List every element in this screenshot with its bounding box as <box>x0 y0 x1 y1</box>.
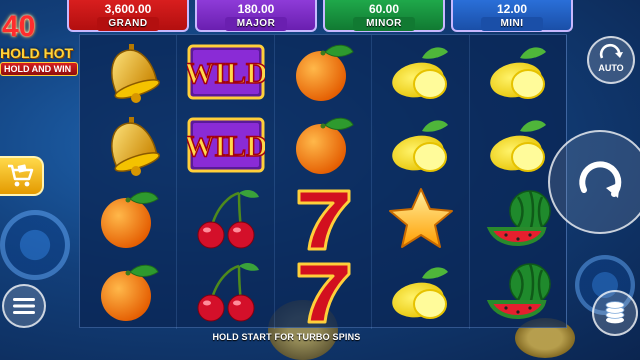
lemon-icon <box>392 120 449 172</box>
reel-symbol-lemon <box>373 256 470 329</box>
reel-symbol-cherries <box>178 256 275 329</box>
svg-text:WILD: WILD <box>187 130 265 163</box>
reel-symbol-star <box>373 182 470 255</box>
reel-symbol-watermelon <box>470 256 567 329</box>
jackpot-minor-label: MINOR <box>353 17 415 31</box>
autoplay-button[interactable]: AUTO <box>587 36 635 84</box>
logo-subtitle: HOLD AND WIN <box>0 62 78 76</box>
reel-symbol-orange <box>275 109 372 182</box>
lemon-icon <box>392 46 449 99</box>
bell-icon <box>110 43 160 103</box>
lemon-icon <box>490 120 546 172</box>
cherries-icon <box>197 263 260 322</box>
jackpot-major: 180.00 MAJOR <box>195 0 317 32</box>
jackpot-mini-value: 12.00 <box>496 2 528 16</box>
buy-feature-button[interactable] <box>0 156 44 196</box>
reel-symbol-orange <box>80 256 177 329</box>
watermelon-icon <box>486 263 551 319</box>
seven-icon <box>297 262 351 324</box>
reel-4 <box>373 35 470 329</box>
reel-symbol-wild: WILD <box>178 109 275 182</box>
svg-text:WILD: WILD <box>187 57 265 90</box>
logo-number: 40 <box>2 10 36 43</box>
orange-icon <box>295 117 354 174</box>
cart-icon <box>8 164 34 187</box>
reel-3 <box>275 35 373 329</box>
jackpot-mini-label: MINI <box>481 17 543 31</box>
bet-settings-button[interactable] <box>592 290 638 336</box>
jackpot-grand-value: 3,600.00 <box>104 2 152 16</box>
jackpot-minor-value: 60.00 <box>368 2 400 16</box>
jackpot-major-value: 180.00 <box>237 2 275 16</box>
autoplay-label: AUTO <box>598 63 624 73</box>
jackpot-bar: 3,600.00 GRAND 180.00 MAJOR 60.00 MINOR … <box>67 0 573 34</box>
spin-icon <box>579 161 622 198</box>
lemon-icon <box>490 46 546 99</box>
reel-symbol-lemon <box>470 35 567 108</box>
jackpot-grand: 3,600.00 GRAND <box>67 0 189 32</box>
orange-icon <box>100 264 159 321</box>
reel-symbol-cherries <box>178 182 275 255</box>
menu-button[interactable] <box>2 284 46 328</box>
logo-title: HOLD HOT <box>0 45 74 61</box>
jackpot-minor: 60.00 MINOR <box>323 0 445 32</box>
reel-symbol-lemon <box>373 35 470 108</box>
coins-icon <box>605 301 625 324</box>
cherries-icon <box>197 189 260 248</box>
wild-icon: WILD <box>187 44 265 99</box>
orange-icon <box>100 191 159 248</box>
reel-2: WILD WILD <box>178 35 275 329</box>
seven-icon <box>297 189 351 250</box>
reel-symbol-orange <box>275 35 372 108</box>
reel-symbol-lemon <box>373 109 470 182</box>
jackpot-mini: 12.00 MINI <box>451 0 573 32</box>
autoplay-icon <box>599 43 623 59</box>
bell-icon <box>110 117 160 176</box>
jackpot-major-label: MAJOR <box>225 17 287 31</box>
reel-symbol-seven <box>275 256 372 329</box>
wild-icon: WILD <box>187 117 265 173</box>
jackpot-grand-label: GRAND <box>97 17 159 31</box>
reel-grid: WILD WILD <box>79 34 568 329</box>
reel-symbol-wild: WILD <box>178 35 275 108</box>
reel-1 <box>80 35 177 329</box>
background-chip <box>0 210 70 280</box>
watermelon-icon <box>486 189 551 246</box>
reel-symbol-orange <box>80 182 177 255</box>
menu-icon <box>13 298 35 314</box>
status-message: HOLD START FOR TURBO SPINS <box>212 332 361 342</box>
lemon-icon <box>392 267 449 319</box>
reel-symbol-seven <box>275 182 372 255</box>
star-icon <box>389 187 454 248</box>
reel-symbol-bell <box>80 109 177 182</box>
reel-symbol-bell <box>80 35 177 108</box>
orange-icon <box>295 44 354 101</box>
